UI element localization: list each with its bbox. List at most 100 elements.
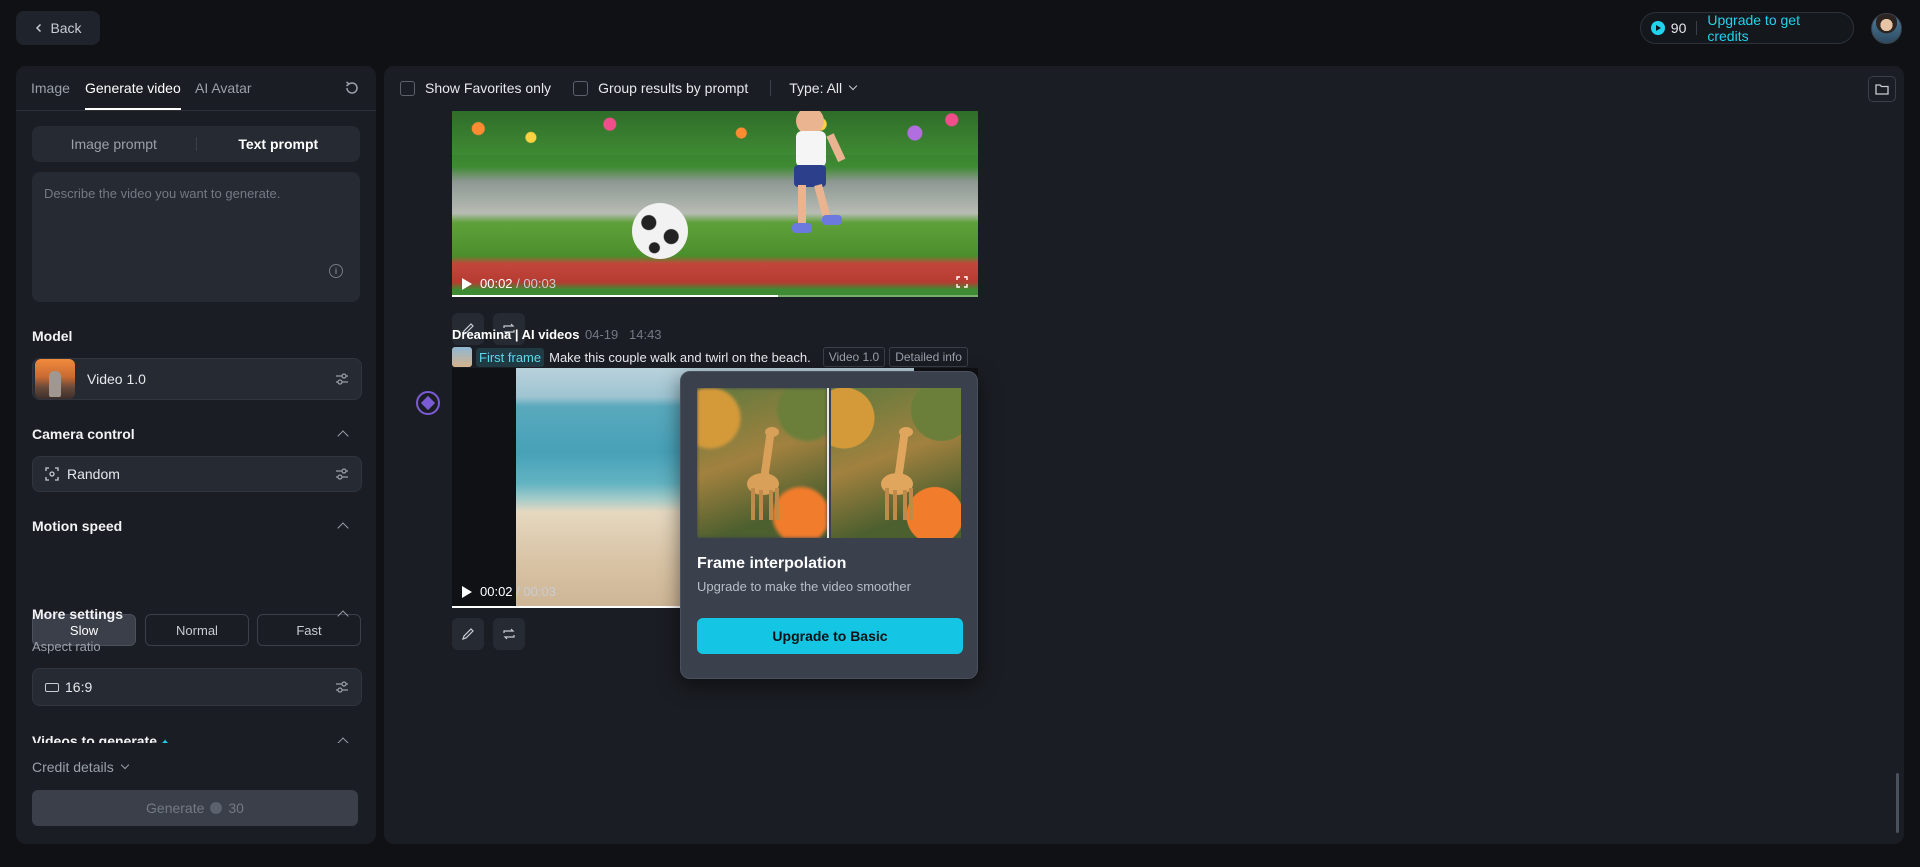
pill-divider: [1696, 21, 1698, 35]
folder-icon: [1875, 84, 1889, 95]
tab-bar: Image Generate video AI Avatar: [16, 66, 376, 111]
results-scrollbar[interactable]: [1896, 773, 1899, 833]
repeat-icon: [503, 628, 515, 640]
chevron-left-icon: [36, 23, 42, 33]
giraffe-figure: [881, 427, 913, 520]
video-scene-flowers: [452, 111, 978, 155]
giraffe-figure: [747, 427, 779, 520]
group-label: Group results by prompt: [598, 80, 749, 96]
comparison-divider: [827, 388, 829, 538]
popover-subtitle: Upgrade to make the video smoother: [697, 579, 911, 594]
left-panel: Image Generate video AI Avatar Image pro…: [16, 66, 376, 844]
user-avatar[interactable]: [1871, 13, 1902, 44]
favorites-label: Show Favorites only: [425, 80, 552, 96]
dreamina-logo-icon: [416, 391, 440, 415]
video-total-time: 00:03: [523, 276, 556, 291]
chevron-down-icon: [848, 81, 858, 91]
camera-title: Camera control: [32, 426, 135, 442]
first-frame-chip[interactable]: First frame: [476, 347, 545, 367]
favorites-filter[interactable]: Show Favorites only: [400, 80, 551, 96]
active-tab-indicator: [85, 108, 181, 110]
video-progress-1[interactable]: [452, 295, 978, 297]
favorites-checkbox[interactable]: [400, 80, 415, 96]
credits-pill[interactable]: 90 Upgrade to get credits: [1640, 12, 1854, 44]
reset-icon[interactable]: [343, 79, 361, 97]
tab-generate-video[interactable]: Generate video: [85, 80, 181, 96]
generate-label: Generate: [146, 800, 205, 816]
prompt-mode-switch: Image prompt Text prompt: [32, 126, 360, 162]
folder-button[interactable]: [1868, 76, 1896, 102]
results-area: Show Favorites only Group results by pro…: [384, 66, 1904, 844]
first-frame-thumbnail[interactable]: [452, 347, 472, 367]
text-prompt-option[interactable]: Text prompt: [197, 136, 361, 152]
camera-value: Random: [67, 466, 120, 482]
type-label: Type: All: [789, 80, 843, 96]
post-author: Dreamina | AI videos: [452, 327, 580, 342]
popover-before-image: [697, 388, 827, 538]
sliders-icon: [336, 681, 348, 693]
video-player-1[interactable]: 00:02 / 00:03: [452, 111, 978, 297]
soccer-ball: [632, 203, 688, 259]
credit-coin-icon: [210, 802, 223, 814]
model-select[interactable]: Video 1.0: [32, 358, 362, 400]
sliders-icon: [336, 373, 348, 385]
generate-button[interactable]: Generate 30: [32, 790, 358, 826]
aspect-ratio-icon: [45, 682, 59, 692]
prompt-text: Make this couple walk and twirl on the b…: [549, 349, 811, 365]
group-checkbox[interactable]: [573, 80, 589, 96]
post-time: 14:43: [629, 327, 662, 342]
speed-normal-button[interactable]: Normal: [145, 614, 249, 646]
tab-ai-avatar[interactable]: AI Avatar: [195, 80, 252, 96]
upgrade-link[interactable]: Upgrade to get credits: [1707, 12, 1843, 44]
aspect-ratio-select[interactable]: 16:9: [32, 668, 362, 706]
edit-button[interactable]: [452, 618, 484, 650]
prompt-textarea[interactable]: [32, 172, 360, 302]
chevron-up-icon[interactable]: [337, 737, 349, 743]
model-tag[interactable]: Video 1.0: [822, 347, 886, 367]
pencil-icon: [462, 628, 474, 640]
motion-speed-title: Motion speed: [32, 518, 123, 534]
video-controls-1: 00:02 / 00:03: [462, 276, 556, 291]
aspect-ratio-label: Aspect ratio: [32, 639, 101, 654]
video-progress-fill: [452, 295, 779, 297]
sliders-icon: [336, 468, 348, 480]
model-title: Model: [32, 328, 73, 344]
tab-image[interactable]: Image: [31, 80, 70, 96]
chevron-up-icon[interactable]: [337, 430, 349, 442]
play-icon[interactable]: [462, 277, 472, 290]
credits-value: 90: [1670, 20, 1687, 36]
results-toolbar: Show Favorites only Group results by pro…: [384, 66, 1904, 110]
camera-select[interactable]: Random: [32, 456, 362, 492]
video-controls-2: 00:02 / 00:03: [462, 584, 556, 599]
camera-focus-icon: [45, 467, 59, 481]
chevron-up-icon[interactable]: [337, 522, 349, 534]
back-label: Back: [50, 20, 82, 36]
play-icon[interactable]: [462, 585, 472, 598]
detailed-info-tag[interactable]: Detailed info: [889, 347, 968, 367]
credit-coin-icon: [1651, 21, 1665, 35]
aspect-ratio-value: 16:9: [65, 679, 93, 695]
post-prompt: First frame Make this couple walk and tw…: [452, 347, 972, 367]
credit-details-toggle[interactable]: Credit details: [32, 759, 129, 775]
back-button[interactable]: Back: [16, 11, 100, 45]
more-settings-title: More settings: [32, 606, 124, 622]
video-total-time: 00:03: [523, 584, 556, 599]
video-current-time: 00:02: [480, 584, 513, 599]
fullscreen-icon[interactable]: [956, 276, 968, 288]
image-prompt-option[interactable]: Image prompt: [32, 136, 196, 152]
video-current-time: 00:02: [480, 276, 513, 291]
model-value: Video 1.0: [87, 371, 146, 387]
post-date: 04-19: [585, 327, 619, 342]
chevron-down-icon: [120, 760, 129, 770]
popover-title: Frame interpolation: [697, 555, 847, 572]
generate-cost: 30: [228, 800, 244, 816]
cartoon-kid: [792, 111, 846, 233]
upgrade-to-basic-button[interactable]: Upgrade to Basic: [697, 618, 963, 654]
type-filter[interactable]: Type: All: [789, 80, 858, 96]
frame-interpolation-popover: Frame interpolation Upgrade to make the …: [680, 371, 978, 679]
group-filter[interactable]: Group results by prompt: [573, 80, 748, 96]
videos-to-generate-row: Videos to generate ✦: [16, 729, 376, 743]
regenerate-button[interactable]: [493, 618, 525, 650]
popover-after-image: [831, 388, 961, 538]
info-icon[interactable]: i: [329, 264, 343, 278]
